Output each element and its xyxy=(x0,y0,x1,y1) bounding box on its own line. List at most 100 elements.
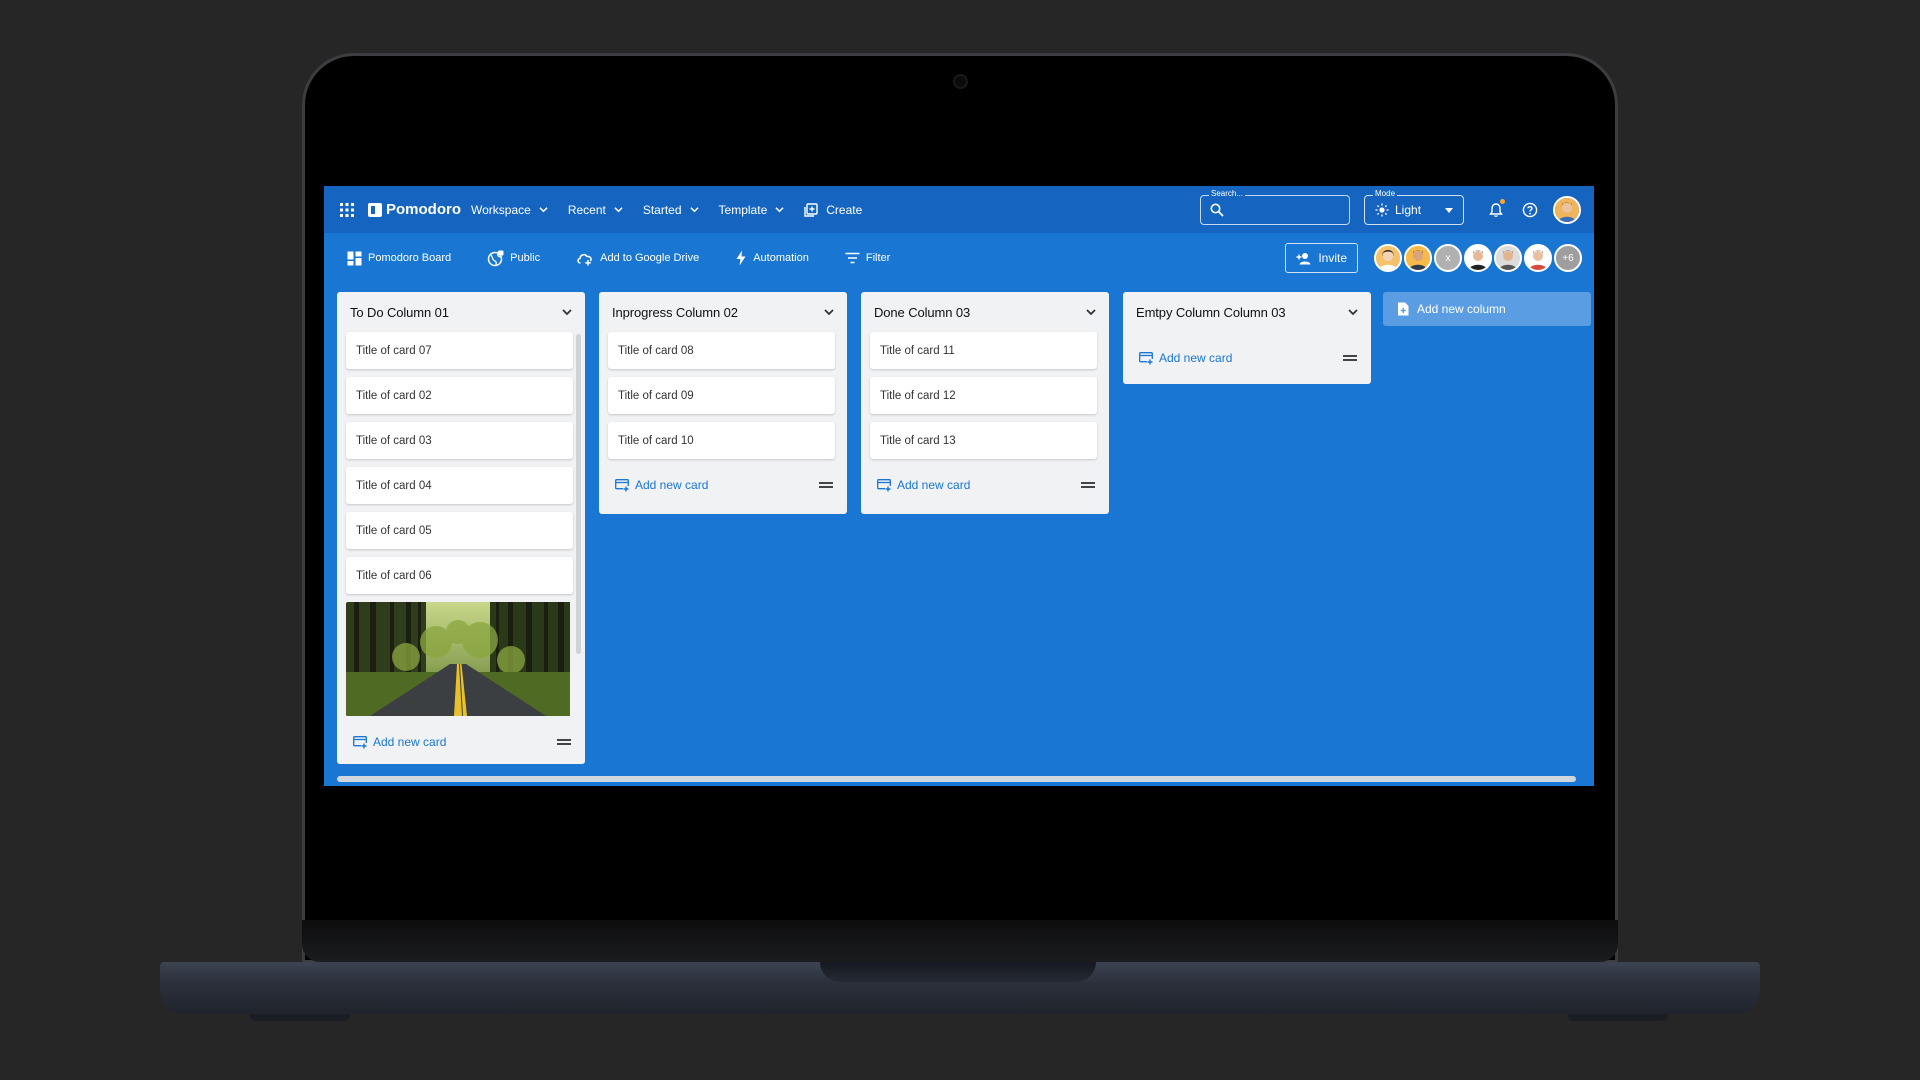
chevron-down-icon xyxy=(689,207,699,213)
filter-icon xyxy=(845,252,860,264)
board-name: Pomodoro Board xyxy=(368,252,452,264)
card[interactable]: Title of card 10 xyxy=(608,422,835,459)
help-button[interactable] xyxy=(1518,198,1542,222)
column-header: Inprogress Column 02 xyxy=(599,292,847,332)
bell-icon xyxy=(1489,202,1503,217)
person-add-icon xyxy=(1296,252,1311,264)
member-avatar[interactable] xyxy=(1464,244,1492,272)
board-horizontal-scrollbar[interactable] xyxy=(337,776,1576,782)
card[interactable]: Title of card 11 xyxy=(870,332,1097,369)
board-toolbar: Pomodoro Board Public Add to Google Driv… xyxy=(324,233,1594,283)
notifications-button[interactable] xyxy=(1484,198,1508,222)
add-card-button[interactable]: Add new card xyxy=(353,735,557,749)
add-column-button[interactable]: Add new column xyxy=(1383,292,1591,326)
column-header: Emtpy Column Column 03 xyxy=(1123,292,1371,332)
search-input[interactable] xyxy=(1227,200,1346,221)
search-field[interactable]: Search... xyxy=(1200,188,1350,225)
drive-label: Add to Google Drive xyxy=(600,252,700,264)
logo-icon xyxy=(368,202,382,217)
image-card[interactable] xyxy=(346,602,573,716)
apps-grid-icon[interactable] xyxy=(338,201,356,219)
member-avatar[interactable] xyxy=(1494,244,1522,272)
sun-icon xyxy=(1375,203,1389,216)
nav-recent[interactable]: Recent xyxy=(568,203,623,217)
column-scrollbar[interactable] xyxy=(576,334,581,654)
automation-button[interactable]: Automation xyxy=(735,250,809,266)
board-switcher[interactable]: Pomodoro Board xyxy=(347,251,451,266)
column-title: Emtpy Column Column 03 xyxy=(1136,304,1286,320)
chevron-down-icon[interactable] xyxy=(561,306,573,318)
card[interactable]: Title of card 04 xyxy=(346,467,573,504)
drag-handle-icon[interactable] xyxy=(557,739,571,745)
add-to-drive-button[interactable]: Add to Google Drive xyxy=(576,250,699,266)
nav-label: Recent xyxy=(567,202,606,217)
invite-button[interactable]: Invite xyxy=(1285,243,1358,273)
chevron-down-icon[interactable] xyxy=(1085,306,1097,318)
add-card-icon xyxy=(615,478,629,492)
card[interactable]: Title of card 12 xyxy=(870,377,1097,414)
column-title: Inprogress Column 02 xyxy=(612,304,738,320)
add-card-icon xyxy=(353,735,367,749)
app-bar: Pomodoro Workspace Recent Started Templa… xyxy=(324,186,1594,233)
mode-select[interactable]: Mode Light xyxy=(1364,188,1464,225)
card[interactable]: Title of card 05 xyxy=(346,512,573,549)
automation-label: Automation xyxy=(753,252,809,264)
add-card-button[interactable]: Add new card xyxy=(615,478,819,492)
column-header: To Do Column 01 xyxy=(337,292,585,332)
card[interactable]: Title of card 07 xyxy=(346,332,573,369)
bolt-icon xyxy=(736,250,746,266)
card[interactable]: Title of card 09 xyxy=(608,377,835,414)
mode-label: Mode xyxy=(1373,188,1398,198)
search-label: Search... xyxy=(1209,188,1246,198)
chevron-down-icon[interactable] xyxy=(823,306,835,318)
member-avatar-icon xyxy=(1406,246,1430,270)
laptop-foot xyxy=(250,1014,350,1021)
column-todo: To Do Column 01 Title of card 07 Title o… xyxy=(337,292,585,764)
column-empty: Emtpy Column Column 03 Add new card xyxy=(1123,292,1371,384)
laptop-notch xyxy=(820,962,1096,982)
add-card-button[interactable]: Add new card xyxy=(1139,351,1343,365)
drag-handle-icon[interactable] xyxy=(819,482,833,488)
drag-handle-icon[interactable] xyxy=(1343,355,1357,361)
member-avatar[interactable] xyxy=(1374,244,1402,272)
member-avatar-icon xyxy=(1376,246,1400,270)
nav-label: Workspace xyxy=(471,202,531,217)
card[interactable]: Title of card 08 xyxy=(608,332,835,369)
chevron-down-icon[interactable] xyxy=(1347,306,1359,318)
card[interactable]: Title of card 13 xyxy=(870,422,1097,459)
drag-handle-icon[interactable] xyxy=(1081,482,1095,488)
add-column-label: Add new column xyxy=(1417,302,1506,316)
add-card-icon xyxy=(1139,351,1153,365)
create-button[interactable]: Create xyxy=(804,203,862,217)
app-logo[interactable]: Pomodoro xyxy=(368,201,461,218)
column-inprogress: Inprogress Column 02 Title of card 08 Ti… xyxy=(599,292,847,514)
column-title: To Do Column 01 xyxy=(350,304,449,320)
nav-started[interactable]: Started xyxy=(643,203,699,217)
member-avatar-initial[interactable]: x xyxy=(1434,244,1462,272)
filter-button[interactable]: Filter xyxy=(845,252,890,264)
mode-value: Light xyxy=(1395,202,1422,217)
user-menu-button[interactable] xyxy=(1552,195,1582,224)
create-label: Create xyxy=(826,202,863,217)
add-card-button[interactable]: Add new card xyxy=(877,478,1081,492)
add-card-label: Add new card xyxy=(635,478,709,492)
card[interactable]: Title of card 02 xyxy=(346,377,573,414)
more-members-count[interactable]: +6 xyxy=(1554,244,1582,272)
chevron-down-icon xyxy=(614,207,623,213)
nav-template[interactable]: Template xyxy=(719,203,785,217)
search-icon xyxy=(1210,203,1224,217)
visibility-public[interactable]: Public xyxy=(487,250,540,267)
member-avatar[interactable] xyxy=(1524,244,1552,272)
column-footer: Add new card xyxy=(599,467,847,503)
member-avatar[interactable] xyxy=(1404,244,1432,272)
nav-workspace[interactable]: Workspace xyxy=(471,203,548,217)
add-card-label: Add new card xyxy=(897,478,971,492)
notification-dot xyxy=(1500,198,1505,204)
card[interactable]: Title of card 06 xyxy=(346,557,573,594)
user-avatar-icon xyxy=(1555,197,1579,222)
chevron-down-icon xyxy=(539,207,548,213)
card[interactable]: Title of card 03 xyxy=(346,422,573,459)
column-footer: Add new card xyxy=(1123,340,1371,376)
avatar xyxy=(1553,195,1581,224)
filter-label: Filter xyxy=(865,252,891,264)
